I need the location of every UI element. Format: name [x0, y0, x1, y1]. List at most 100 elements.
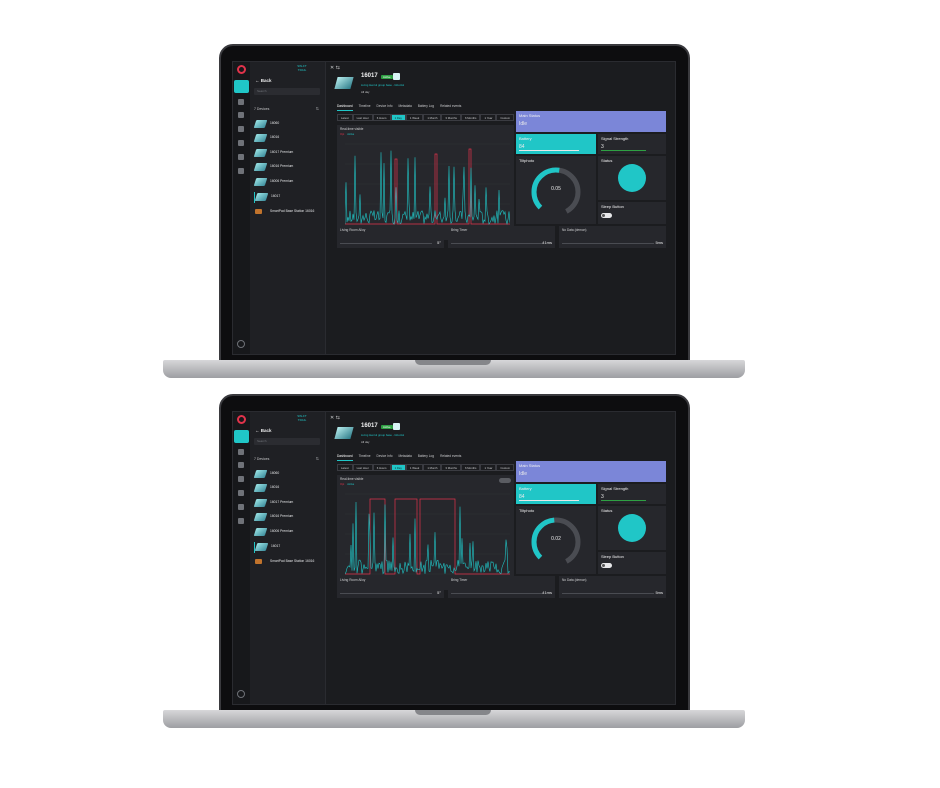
chart-icon[interactable] [238, 126, 244, 132]
edit-button[interactable] [393, 423, 400, 430]
close-icon[interactable]: ✕ ⇆ [330, 65, 340, 71]
device-item[interactable]: 16016 [253, 483, 322, 494]
devices-icon[interactable] [238, 112, 244, 118]
device-thumbnail [334, 77, 354, 89]
table-icon[interactable] [238, 490, 244, 496]
range-1-day[interactable]: 1 Day [390, 464, 406, 471]
nav-home-icon[interactable] [234, 430, 249, 443]
range-1-year[interactable]: 1 Year [480, 114, 497, 121]
tab-dashboard[interactable]: Dashboard [337, 102, 353, 111]
chart-legend: Opt Active [340, 133, 354, 136]
range-6-hours[interactable]: 6 Hours [372, 464, 391, 471]
range-last-hour[interactable]: Last Hour [352, 464, 373, 471]
chart-toggle[interactable] [499, 478, 511, 483]
chart-icon[interactable] [238, 476, 244, 482]
sort-icon[interactable]: ⇅ [316, 456, 319, 461]
building-icon[interactable] [238, 154, 244, 160]
sleep-toggle[interactable] [601, 563, 612, 568]
range-last-hour[interactable]: Last Hour [352, 114, 373, 121]
range-3-months[interactable]: 3 Months [441, 464, 461, 471]
devices-count: 7 Devices [254, 107, 270, 111]
slider-track[interactable] [562, 242, 654, 243]
range-1-week[interactable]: 1 Week [405, 114, 424, 121]
device-item[interactable]: 16060 [253, 469, 322, 480]
card-title: Main Status [519, 463, 541, 468]
device-label: SmartPad Base Station 16016 [270, 559, 315, 563]
range-1-month[interactable]: 1 Month [423, 464, 442, 471]
tab-battery-log[interactable]: Battery Log [418, 102, 434, 111]
tilt-value: 0.02 [551, 536, 561, 542]
search-input[interactable]: Search [254, 88, 320, 95]
tab-metadata[interactable]: Metadata [398, 452, 411, 461]
range-1-week[interactable]: 1 Week [405, 464, 424, 471]
tab-dashboard[interactable]: Dashboard [337, 452, 353, 461]
device-sidebar: SW-FT TRAIL ← Back Search 7 Devices ⇅ 16… [250, 412, 326, 704]
slider-track[interactable] [340, 242, 432, 243]
device-item[interactable]: 16017 Premium [253, 498, 322, 509]
range-3-months[interactable]: 3 Months [441, 114, 461, 121]
card-title: Signal Strength [601, 486, 629, 491]
device-item[interactable]: SmartPad Base Station 16016 [254, 557, 322, 568]
device-title: 16017 [361, 423, 378, 429]
send-icon[interactable] [238, 518, 244, 524]
tab-device-info[interactable]: Device Info [377, 102, 393, 111]
send-icon[interactable] [238, 168, 244, 174]
search-icon[interactable] [238, 99, 244, 105]
back-button[interactable]: ← Back [255, 78, 272, 83]
table-icon[interactable] [238, 140, 244, 146]
tab-timeline[interactable]: Timeline [359, 452, 371, 461]
device-item[interactable]: 16060 [253, 119, 322, 130]
slider-track[interactable] [451, 242, 543, 243]
devices-icon[interactable] [238, 462, 244, 468]
tab-timeline[interactable]: Timeline [359, 102, 371, 111]
device-item[interactable]: 16006 Premium [253, 527, 322, 538]
close-icon[interactable]: ✕ ⇆ [330, 415, 340, 421]
laptop-notch [415, 710, 491, 715]
range-1-year[interactable]: 1 Year [480, 464, 497, 471]
settings-icon[interactable] [237, 690, 245, 698]
tab-device-info[interactable]: Device Info [377, 452, 393, 461]
slider-track[interactable] [562, 592, 654, 593]
range-6-months[interactable]: 6 Months [460, 114, 481, 121]
card-title: No Data (demon) [562, 578, 587, 582]
slider-track[interactable] [451, 592, 543, 593]
chart-legend: Opt Active [340, 483, 354, 486]
tab-related-events[interactable]: Related events [440, 102, 461, 111]
search-input[interactable]: Search [254, 438, 320, 445]
tab-related-events[interactable]: Related events [440, 452, 461, 461]
range-custom[interactable]: Custom [496, 114, 515, 121]
slider-track[interactable] [340, 592, 432, 593]
no-data-card: No Data (demon) 5ms [559, 226, 666, 248]
device-item[interactable]: 16017 Premium [253, 148, 322, 159]
search-icon[interactable] [238, 449, 244, 455]
device-item[interactable]: 16016 Premium [253, 162, 322, 173]
sleep-toggle[interactable] [601, 213, 612, 218]
device-icon [253, 499, 268, 507]
card-value: 41ms [542, 590, 552, 595]
device-item-selected[interactable]: 16017 [254, 192, 322, 203]
tab-battery-log[interactable]: Battery Log [418, 452, 434, 461]
building-icon[interactable] [238, 504, 244, 510]
range-1-month[interactable]: 1 Month [423, 114, 442, 121]
range-1-day[interactable]: 1 Day [390, 114, 406, 121]
device-item[interactable]: 16016 [253, 133, 322, 144]
edit-button[interactable] [393, 73, 400, 80]
nav-home-icon[interactable] [234, 80, 249, 93]
living-room-card: Living Room Alloy 5° [337, 226, 444, 248]
device-item[interactable]: 16006 Premium [253, 177, 322, 188]
range-latest[interactable]: Latest [337, 464, 353, 471]
tab-metadata[interactable]: Metadata [398, 102, 411, 111]
activity-chart [345, 143, 510, 225]
range-latest[interactable]: Latest [337, 114, 353, 121]
device-item[interactable]: 16016 Premium [253, 512, 322, 523]
device-item-selected[interactable]: 16017 [254, 542, 322, 553]
range-6-months[interactable]: 6 Months [460, 464, 481, 471]
status-card: Status [598, 156, 666, 200]
sleep-card: Sleep Button [598, 552, 666, 574]
settings-icon[interactable] [237, 340, 245, 348]
back-button[interactable]: ← Back [255, 428, 272, 433]
sort-icon[interactable]: ⇅ [316, 106, 319, 111]
range-custom[interactable]: Custom [496, 464, 515, 471]
device-item[interactable]: SmartPad Base Station 16016 [254, 207, 322, 218]
range-6-hours[interactable]: 6 Hours [372, 114, 391, 121]
